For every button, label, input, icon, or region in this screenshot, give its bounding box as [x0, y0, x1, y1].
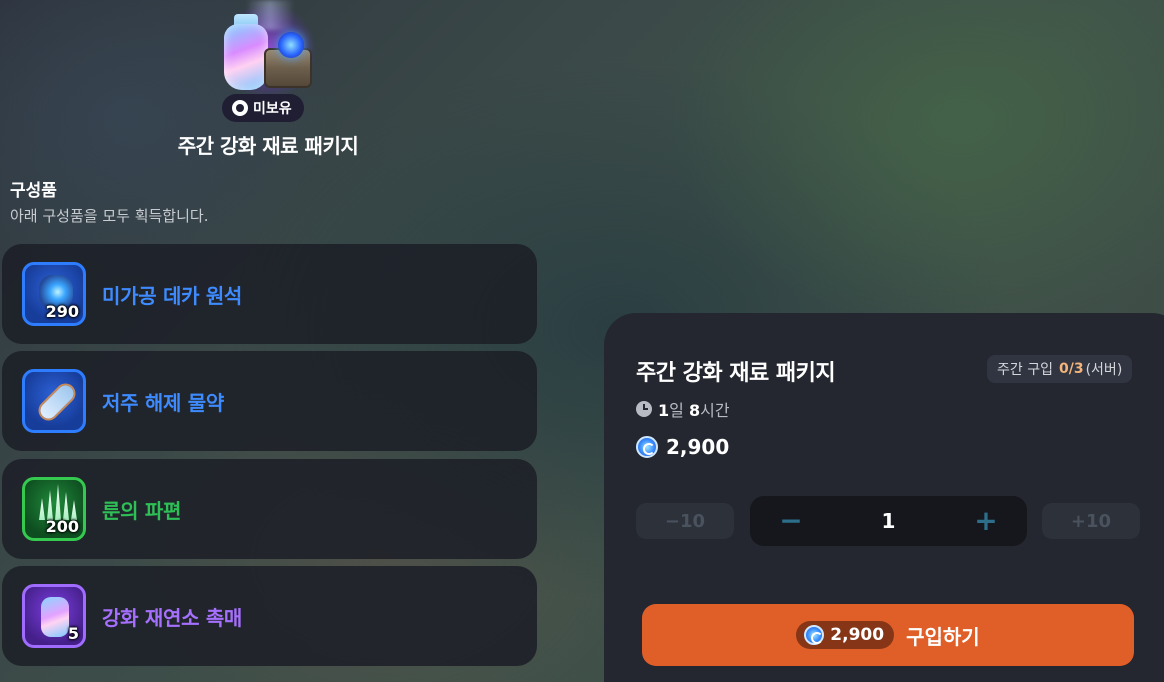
item-name: 저주 해제 물약	[102, 390, 224, 415]
crystal-currency-icon	[804, 625, 825, 645]
package-image	[212, 0, 324, 100]
component-item-raw-deca-stone[interactable]: 290 미가공 데카 원석	[2, 244, 537, 344]
purchase-panel: 주간 강화 재료 패키지 주간 구입 0/3 (서버) 1일 8시간 2,900…	[604, 313, 1164, 682]
raw-deca-stone-icon: 290	[22, 262, 86, 326]
components-description: 아래 구성품을 모두 획득합니다.	[10, 207, 209, 225]
component-item-enhancement-catalyst[interactable]: 5 강화 재연소 촉매	[2, 566, 537, 666]
buy-button-label: 구입하기	[906, 624, 980, 649]
quantity-value: 1	[881, 509, 896, 533]
minus-button[interactable]: −	[776, 507, 806, 535]
purchase-limit-badge: 주간 구입 0/3 (서버)	[987, 355, 1133, 383]
item-count: 5	[67, 624, 79, 643]
limit-prefix: 주간 구입	[997, 362, 1053, 378]
clock-icon	[636, 401, 652, 417]
timer-day-unit: 일	[669, 401, 684, 420]
timer-days: 1	[658, 401, 670, 420]
price-value: 2,900	[666, 435, 730, 459]
item-name: 룬의 파편	[102, 498, 182, 523]
timer-hour-unit: 시간	[700, 401, 730, 420]
package-price: 2,900	[636, 435, 729, 459]
buy-button[interactable]: 2,900 구입하기	[642, 604, 1134, 666]
ownership-badge-label: 미보유	[253, 101, 292, 117]
limit-suffix: (서버)	[1085, 362, 1123, 378]
component-item-curse-removal-potion[interactable]: 저주 해제 물약	[2, 351, 537, 451]
purchase-title: 주간 강화 재료 패키지	[636, 361, 836, 386]
plus-10-button[interactable]: +10	[1042, 503, 1140, 539]
remaining-time: 1일 8시간	[636, 397, 730, 421]
components-heading: 구성품	[10, 181, 57, 201]
enhancement-catalyst-icon: 5	[22, 584, 86, 648]
plus-button[interactable]: +	[971, 507, 1001, 535]
rune-fragment-icon: 200	[22, 477, 86, 541]
item-count: 200	[45, 517, 79, 536]
package-hero: 미보유 주간 강화 재료 패키지	[168, 0, 368, 160]
ownership-badge: 미보유	[222, 94, 304, 122]
buy-price-value: 2,900	[830, 625, 885, 645]
buy-button-price: 2,900	[796, 621, 895, 649]
item-count: 290	[45, 302, 79, 321]
curse-removal-potion-icon	[22, 369, 86, 433]
component-item-rune-fragment[interactable]: 200 룬의 파편	[2, 459, 537, 559]
minus-10-button[interactable]: −10	[636, 503, 734, 539]
item-name: 강화 재연소 촉매	[102, 605, 243, 630]
timer-hours: 8	[688, 401, 701, 420]
quantity-stepper: − 1 +	[750, 496, 1027, 546]
status-icon	[232, 100, 248, 116]
crystal-currency-icon	[636, 436, 658, 458]
item-name: 미가공 데카 원석	[102, 283, 243, 308]
limit-value: 0/3	[1058, 361, 1084, 377]
package-title: 주간 강화 재료 패키지	[177, 134, 359, 158]
